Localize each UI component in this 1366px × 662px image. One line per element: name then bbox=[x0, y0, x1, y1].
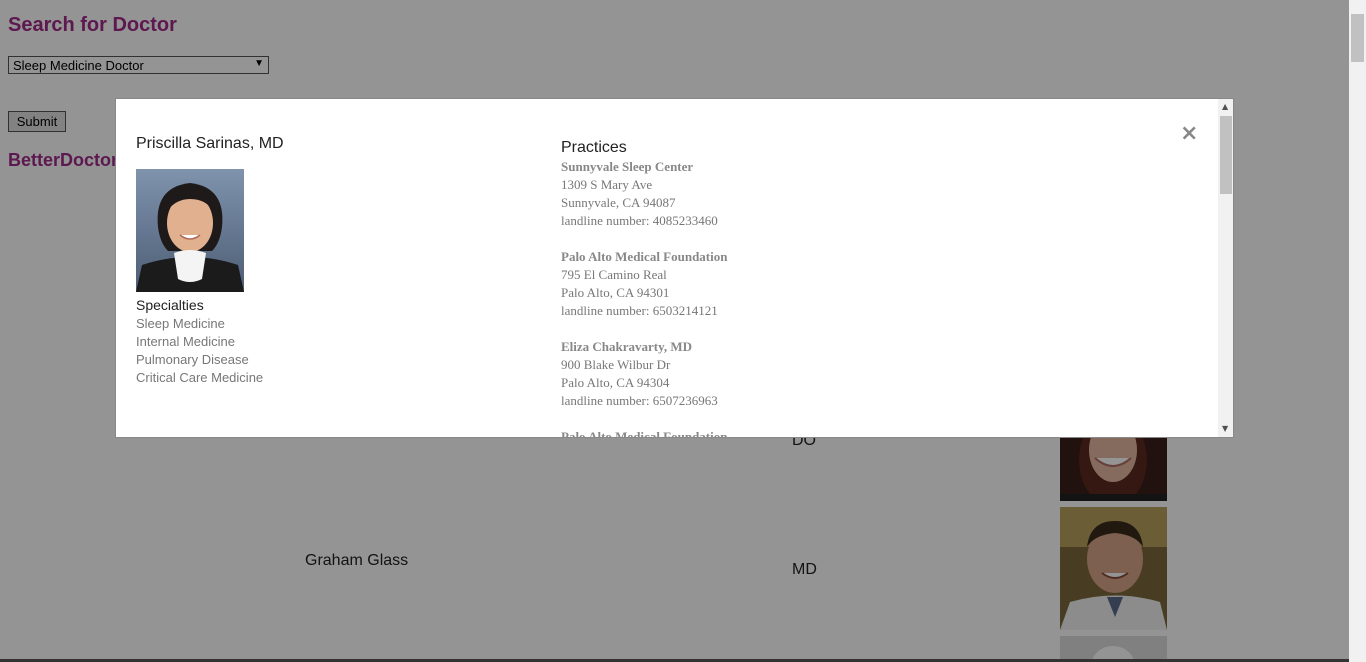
practice-name: Palo Alto Medical Foundation bbox=[561, 249, 728, 264]
specialty-item: Critical Care Medicine bbox=[136, 370, 264, 385]
practice-street: 1309 S Mary Ave bbox=[561, 177, 653, 192]
page-scrollbar[interactable] bbox=[1349, 0, 1366, 662]
practices-heading: Practices bbox=[561, 139, 627, 156]
practice-item: Palo Alto Medical Foundation bbox=[561, 428, 728, 438]
practice-phone: landline number: 6503214121 bbox=[561, 303, 718, 318]
practice-name: Sunnyvale Sleep Center bbox=[561, 159, 694, 174]
practice-city: Sunnyvale, CA 94087 bbox=[561, 195, 676, 210]
practice-item: Eliza Chakravarty, MD 900 Blake Wilbur D… bbox=[561, 338, 727, 410]
doctor-portrait bbox=[136, 169, 244, 292]
practices-list: Sunnyvale Sleep Center 1309 S Mary Ave S… bbox=[561, 158, 728, 438]
scroll-up-icon[interactable]: ▲ bbox=[1222, 102, 1228, 111]
doctor-name: Priscilla Sarinas, MD bbox=[136, 135, 284, 152]
practice-item: Palo Alto Medical Foundation 795 El Cami… bbox=[561, 248, 727, 320]
specialty-item: Pulmonary Disease bbox=[136, 352, 249, 367]
scroll-down-icon[interactable]: ▼ bbox=[1222, 424, 1228, 433]
practice-phone: landline number: 6507236963 bbox=[561, 393, 718, 408]
modal-scrollbar-thumb[interactable] bbox=[1220, 116, 1232, 194]
practice-street: 795 El Camino Real bbox=[561, 267, 667, 282]
practice-name: Palo Alto Medical Foundation bbox=[561, 429, 728, 438]
specialties-list: Sleep Medicine Internal Medicine Pulmona… bbox=[136, 315, 263, 387]
doctor-details-modal: × Priscilla Sarinas, MD Specialties Slee… bbox=[115, 98, 1234, 438]
practice-city: Palo Alto, CA 94301 bbox=[561, 285, 670, 300]
modal-scrollbar[interactable]: ▲ ▼ bbox=[1218, 99, 1233, 437]
close-icon[interactable]: × bbox=[1180, 121, 1198, 146]
practice-street: 900 Blake Wilbur Dr bbox=[561, 357, 671, 372]
specialty-item: Internal Medicine bbox=[136, 334, 235, 349]
specialties-heading: Specialties bbox=[136, 297, 204, 313]
page-scrollbar-thumb[interactable] bbox=[1351, 14, 1364, 62]
practice-city: Palo Alto, CA 94304 bbox=[561, 375, 670, 390]
practice-item: Sunnyvale Sleep Center 1309 S Mary Ave S… bbox=[561, 158, 727, 230]
practice-phone: landline number: 4085233460 bbox=[561, 213, 718, 228]
specialty-item: Sleep Medicine bbox=[136, 316, 225, 331]
practice-name: Eliza Chakravarty, MD bbox=[561, 339, 693, 354]
